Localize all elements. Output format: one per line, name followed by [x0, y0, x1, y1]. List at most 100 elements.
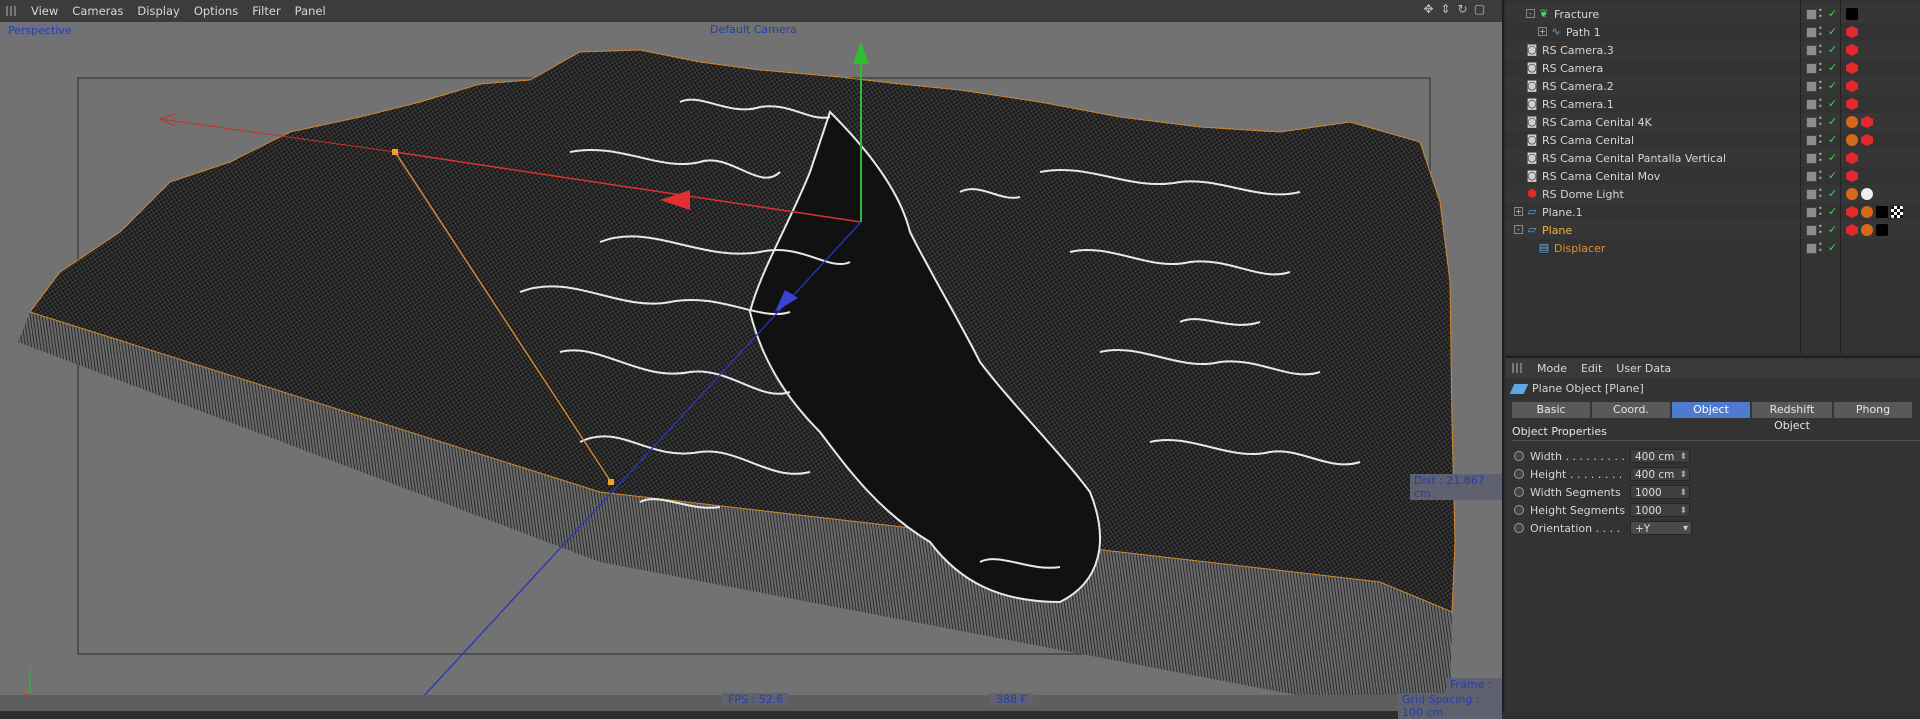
height-field[interactable]: 400 cm — [1630, 467, 1690, 482]
camera-label[interactable]: Default Camera — [710, 23, 797, 36]
object-name[interactable]: RS Dome Light — [1542, 188, 1624, 201]
menu-mode[interactable]: Mode — [1530, 362, 1574, 375]
width-field[interactable]: 400 cm — [1630, 449, 1690, 464]
layer-icon[interactable] — [1806, 153, 1817, 164]
red-tag-icon[interactable] — [1846, 98, 1858, 110]
collapse-icon[interactable]: - — [1514, 225, 1523, 234]
orange-tag-icon[interactable] — [1846, 188, 1858, 200]
visibility-dots-icon[interactable]: • • — [1818, 151, 1828, 165]
layer-icon[interactable] — [1806, 135, 1817, 146]
object-name[interactable]: RS Camera.3 — [1542, 44, 1614, 57]
height-segments-field[interactable]: 1000 — [1630, 503, 1690, 518]
viewport-panel[interactable]: View Cameras Display Options Filter Pane… — [0, 0, 1504, 719]
red-tag-icon[interactable] — [1846, 224, 1858, 236]
layer-icon[interactable] — [1806, 99, 1817, 110]
visibility-dots-icon[interactable]: • • — [1818, 25, 1828, 39]
orange-tag-icon[interactable] — [1846, 116, 1858, 128]
layer-icon[interactable] — [1806, 243, 1817, 254]
menu-panel[interactable]: Panel — [288, 4, 333, 18]
enabled-check-icon[interactable]: ✓ — [1828, 224, 1837, 236]
dolly-view-icon[interactable]: ⇕ — [1439, 3, 1452, 16]
red-tag-icon[interactable] — [1861, 116, 1873, 128]
object-row[interactable]: + ▱ Plane.1 • • ✓ — [1506, 203, 1920, 221]
enabled-check-icon[interactable]: ✓ — [1828, 98, 1837, 110]
object-row[interactable]: + ∿ Path 1 • • ✓ — [1506, 23, 1920, 41]
layer-icon[interactable] — [1806, 225, 1817, 236]
object-name[interactable]: RS Cama Cenital — [1542, 134, 1634, 147]
tab-basic[interactable]: Basic — [1512, 402, 1590, 418]
layer-icon[interactable] — [1806, 207, 1817, 218]
object-name[interactable]: RS Camera — [1542, 62, 1603, 75]
white-tag-icon[interactable] — [1861, 188, 1873, 200]
visibility-dots-icon[interactable]: • • — [1818, 79, 1828, 93]
orange-tag-icon[interactable] — [1861, 224, 1873, 236]
red-tag-icon[interactable] — [1846, 170, 1858, 182]
object-row[interactable]: - ❦ Fracture • • ✓ — [1506, 5, 1920, 23]
menu-options[interactable]: Options — [187, 4, 245, 18]
layer-icon[interactable] — [1806, 81, 1817, 92]
object-name[interactable]: Plane.1 — [1542, 206, 1583, 219]
object-name[interactable]: RS Cama Cenital Mov — [1542, 170, 1660, 183]
red-tag-icon[interactable] — [1846, 80, 1858, 92]
black-tag-icon[interactable] — [1876, 206, 1888, 218]
tab-object[interactable]: Object — [1672, 402, 1750, 418]
visibility-dots-icon[interactable]: • • — [1818, 97, 1828, 111]
object-row[interactable]: ◙ RS Camera • • ✓ — [1506, 59, 1920, 77]
rotate-view-icon[interactable]: ↻ — [1456, 3, 1469, 16]
move-view-icon[interactable]: ✥ — [1422, 3, 1435, 16]
tab-phong[interactable]: Phong — [1834, 402, 1912, 418]
layer-icon[interactable] — [1806, 117, 1817, 128]
animate-radio-icon[interactable] — [1514, 505, 1524, 515]
object-name[interactable]: Fracture — [1554, 8, 1599, 21]
visibility-dots-icon[interactable]: • • — [1818, 187, 1828, 201]
orange-tag-icon[interactable] — [1846, 134, 1858, 146]
layer-icon[interactable] — [1806, 171, 1817, 182]
object-row[interactable]: ◙ RS Camera.1 • • ✓ — [1506, 95, 1920, 113]
menu-edit[interactable]: Edit — [1574, 362, 1609, 375]
red-tag-icon[interactable] — [1846, 44, 1858, 56]
point-handle[interactable] — [608, 479, 614, 485]
viewport-canvas[interactable]: Y X — [0, 22, 1502, 711]
enabled-check-icon[interactable]: ✓ — [1828, 206, 1837, 218]
enabled-check-icon[interactable]: ✓ — [1828, 152, 1837, 164]
object-row[interactable]: ◙ RS Cama Cenital • • ✓ — [1506, 131, 1920, 149]
layer-icon[interactable] — [1806, 63, 1817, 74]
red-tag-icon[interactable] — [1846, 206, 1858, 218]
check-tag-icon[interactable] — [1891, 206, 1903, 218]
object-row[interactable]: ⬢ RS Dome Light • • ✓ — [1506, 185, 1920, 203]
visibility-dots-icon[interactable]: • • — [1818, 43, 1828, 57]
animate-radio-icon[interactable] — [1514, 469, 1524, 479]
visibility-dots-icon[interactable]: • • — [1818, 205, 1828, 219]
projection-label[interactable]: Perspective — [6, 24, 74, 37]
enabled-check-icon[interactable]: ✓ — [1828, 62, 1837, 74]
tab-redshift-object[interactable]: Redshift Object — [1752, 402, 1832, 432]
menu-filter[interactable]: Filter — [245, 4, 287, 18]
object-row[interactable]: ▤ Displacer • • ✓ — [1506, 239, 1920, 257]
toggle-view-icon[interactable]: ▢ — [1473, 3, 1486, 16]
object-name[interactable]: Plane — [1542, 224, 1572, 237]
object-name[interactable]: RS Cama Cenital Pantalla Vertical — [1542, 152, 1726, 165]
menu-view[interactable]: View — [24, 4, 65, 18]
menu-cameras[interactable]: Cameras — [65, 4, 130, 18]
layer-icon[interactable] — [1806, 9, 1817, 20]
menu-display[interactable]: Display — [130, 4, 186, 18]
object-row[interactable]: ◙ RS Cama Cenital 4K • • ✓ — [1506, 113, 1920, 131]
animate-radio-icon[interactable] — [1514, 523, 1524, 533]
width-segments-field[interactable]: 1000 — [1630, 485, 1690, 500]
object-name[interactable]: RS Cama Cenital 4K — [1542, 116, 1652, 129]
layer-icon[interactable] — [1806, 45, 1817, 56]
object-row[interactable]: ◙ RS Cama Cenital Mov • • ✓ — [1506, 167, 1920, 185]
expand-icon[interactable]: + — [1538, 27, 1547, 36]
expand-icon[interactable]: + — [1514, 207, 1523, 216]
enabled-check-icon[interactable]: ✓ — [1828, 188, 1837, 200]
menu-user-data[interactable]: User Data — [1609, 362, 1678, 375]
animate-radio-icon[interactable] — [1514, 487, 1524, 497]
visibility-dots-icon[interactable]: • • — [1818, 133, 1828, 147]
collapse-icon[interactable]: - — [1526, 9, 1535, 18]
panel-grip-icon[interactable] — [1512, 363, 1522, 373]
visibility-dots-icon[interactable]: • • — [1818, 7, 1828, 21]
visibility-dots-icon[interactable]: • • — [1818, 169, 1828, 183]
visibility-dots-icon[interactable]: • • — [1818, 61, 1828, 75]
red-tag-icon[interactable] — [1861, 134, 1873, 146]
visibility-dots-icon[interactable]: • • — [1818, 115, 1828, 129]
